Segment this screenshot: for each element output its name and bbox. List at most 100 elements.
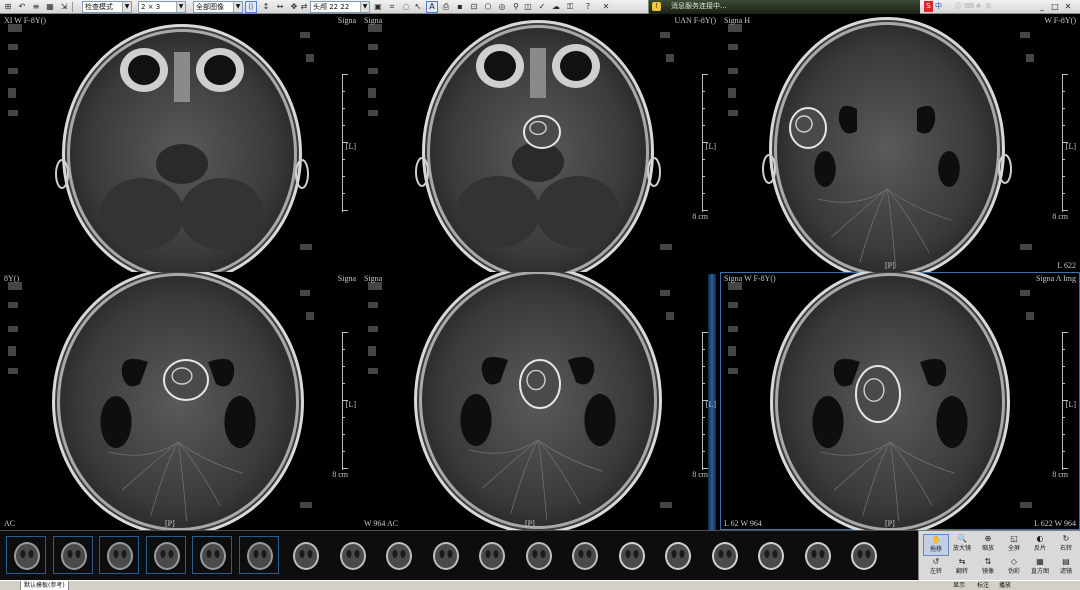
series-select[interactable]: 头颅 22 22 ▼ <box>310 1 370 13</box>
export-icon[interactable]: ⇲ <box>58 1 70 13</box>
layout-select[interactable]: 2 × 3 ▼ <box>138 1 186 13</box>
scale-ruler <box>1062 332 1068 470</box>
key-icon[interactable]: ⚿ <box>564 1 576 13</box>
image-select[interactable]: 全部图像 ▼ <box>193 1 243 13</box>
thumbnail-image <box>618 542 645 570</box>
mode-select[interactable]: 检查模式 ▼ <box>82 1 132 13</box>
help-icon[interactable]: ? <box>582 1 594 13</box>
viewport-2[interactable]: Signa UAN F-8Y() [L] 8 cm <box>360 14 720 272</box>
viewport-6[interactable]: Signa W F-8Y() Signa A Img L 62 W 964 L 622… <box>720 272 1080 530</box>
crop-icon[interactable]: ⌗ <box>386 1 398 13</box>
cloud-icon[interactable]: ☁ <box>550 1 562 13</box>
series-thumbnail[interactable] <box>192 536 232 574</box>
window-level-icon[interactable]: ◫ <box>522 1 534 13</box>
thumbnail-image <box>107 542 133 570</box>
skin-icon[interactable]: ♠ <box>974 1 983 12</box>
3d-icon[interactable]: ⬡ <box>482 1 494 13</box>
viewport-4[interactable]: 8Y() Signa AC [L] [P] 8 cm <box>0 272 360 530</box>
series-thumbnail[interactable] <box>704 536 744 574</box>
print-icon[interactable]: ⎙ <box>440 1 452 13</box>
anonymized-text-block <box>8 68 18 74</box>
tool-button-4[interactable]: ◱ 全屏 <box>1001 534 1027 556</box>
horizontal-flip-icon[interactable]: ↔ <box>274 1 286 13</box>
overlay-bottom-right: L 622 W 964 <box>1034 519 1076 528</box>
viewport-1[interactable]: XI W F-8Y() Signa [L] <box>0 14 360 272</box>
tool-button-8[interactable]: ⇆ 翻转 <box>949 557 975 579</box>
series-thumbnail[interactable] <box>750 536 790 574</box>
link-icon[interactable]: ⌷ <box>245 1 257 13</box>
viewport-5[interactable]: Signa W 964 AC [L] [P] 8 cm <box>360 272 720 530</box>
tool-button-9[interactable]: ⇅ 镜像 <box>975 557 1001 579</box>
pointer-icon[interactable]: ↖ <box>412 1 424 13</box>
series-thumbnail[interactable] <box>797 536 837 574</box>
measure-icon[interactable]: ⊡ <box>468 1 480 13</box>
tool-button-12[interactable]: ▤ 滤镜 <box>1053 557 1079 579</box>
tool-button-3[interactable]: ⊕ 缩放 <box>975 534 1001 556</box>
save-icon[interactable]: ▪ <box>454 1 466 13</box>
check-icon[interactable]: ✓ <box>536 1 548 13</box>
series-thumbnail[interactable] <box>843 536 883 574</box>
tool-label: 反片 <box>1033 545 1046 552</box>
tool-icon: 🔍 <box>957 534 967 543</box>
close-view-icon[interactable]: ✕ <box>600 1 612 13</box>
series-thumbnail[interactable] <box>145 536 186 574</box>
tool-button-10[interactable]: ◇ 伪彩 <box>1001 557 1027 579</box>
series-thumbnail[interactable] <box>518 536 558 574</box>
calendar-icon[interactable]: ▣ <box>372 1 384 13</box>
series-thumbnail[interactable] <box>471 536 511 574</box>
anonymized-text-block <box>368 368 378 374</box>
tool-button-1[interactable]: ✋ 拖移 <box>923 534 949 556</box>
text-annotation-icon[interactable]: A <box>426 1 438 13</box>
series-thumbnail[interactable] <box>378 536 418 574</box>
viewport-3[interactable]: Signa HW F-8Y() L 622 [L] [P] 8 cm <box>720 14 1080 272</box>
series-thumbnail[interactable] <box>564 536 604 574</box>
tool-button-5[interactable]: ◐ 反片 <box>1027 534 1053 556</box>
image-viewer[interactable]: XI W F-8Y() Signa [L] Signa UAN F-8Y() [L] 8 c… <box>0 14 1080 530</box>
ime-logo-icon[interactable]: S <box>924 1 933 12</box>
emoji-icon[interactable]: ☺ <box>954 1 963 12</box>
thumbnail-strip[interactable] <box>0 530 918 580</box>
punctuation-icon[interactable]: · <box>944 1 953 12</box>
mri-slice-image <box>415 20 661 272</box>
tab-playback[interactable]: 播放 <box>996 581 1014 590</box>
anonymized-text-block <box>728 110 738 116</box>
layout-select-value: 2 × 3 <box>141 3 161 11</box>
series-thumbnail[interactable] <box>52 536 93 574</box>
undo-icon[interactable]: ↶ <box>16 1 28 13</box>
tool-icon: ◱ <box>1010 534 1018 543</box>
vertical-flip-icon[interactable]: ↕ <box>260 1 272 13</box>
app-menu-icon[interactable]: ⊞ <box>2 1 14 13</box>
zoom-icon[interactable]: ⚲ <box>510 1 522 13</box>
tool-button-11[interactable]: ▦ 直方图 <box>1027 557 1053 579</box>
close-icon[interactable]: ✕ <box>1062 1 1074 12</box>
tab-annotation[interactable]: 标注 <box>974 581 992 590</box>
sync-icon[interactable]: ⇄ <box>298 1 310 13</box>
series-thumbnail[interactable] <box>425 536 465 574</box>
series-thumbnail[interactable] <box>99 536 139 574</box>
tab-template[interactable]: 默认模板(参考) <box>20 581 69 590</box>
anonymized-text-block <box>368 326 378 332</box>
series-thumbnail[interactable] <box>657 536 697 574</box>
tab-display[interactable]: 显示 <box>950 581 968 590</box>
maximize-icon[interactable]: □ <box>1049 1 1061 12</box>
anonymized-text-block <box>728 368 738 374</box>
settings-icon[interactable]: ⚙ <box>984 1 993 12</box>
list-icon[interactable]: ≡ <box>30 1 42 13</box>
tool-button-2[interactable]: 🔍 放大镜 <box>949 534 975 556</box>
lasso-icon[interactable]: ◌ <box>400 1 412 13</box>
rotate-icon[interactable]: ◎ <box>496 1 508 13</box>
minimize-icon[interactable]: _ <box>1036 1 1048 12</box>
series-thumbnail[interactable] <box>611 536 651 574</box>
chinese-mode-icon[interactable]: 中 <box>934 1 943 12</box>
series-thumbnail[interactable] <box>332 536 372 574</box>
tool-label: 右转 <box>1059 545 1072 552</box>
series-thumbnail[interactable] <box>6 536 46 574</box>
grid-icon[interactable]: ▦ <box>44 1 56 13</box>
anonymized-text-block <box>660 244 672 250</box>
tool-button-7[interactable]: ↺ 左转 <box>923 557 949 579</box>
tool-button-6[interactable]: ↻ 右转 <box>1053 534 1079 556</box>
keyboard-icon[interactable]: ⌨ <box>964 1 974 12</box>
series-thumbnail[interactable] <box>238 536 279 574</box>
chevron-down-icon: ▼ <box>176 2 185 12</box>
series-thumbnail[interactable] <box>285 536 325 574</box>
